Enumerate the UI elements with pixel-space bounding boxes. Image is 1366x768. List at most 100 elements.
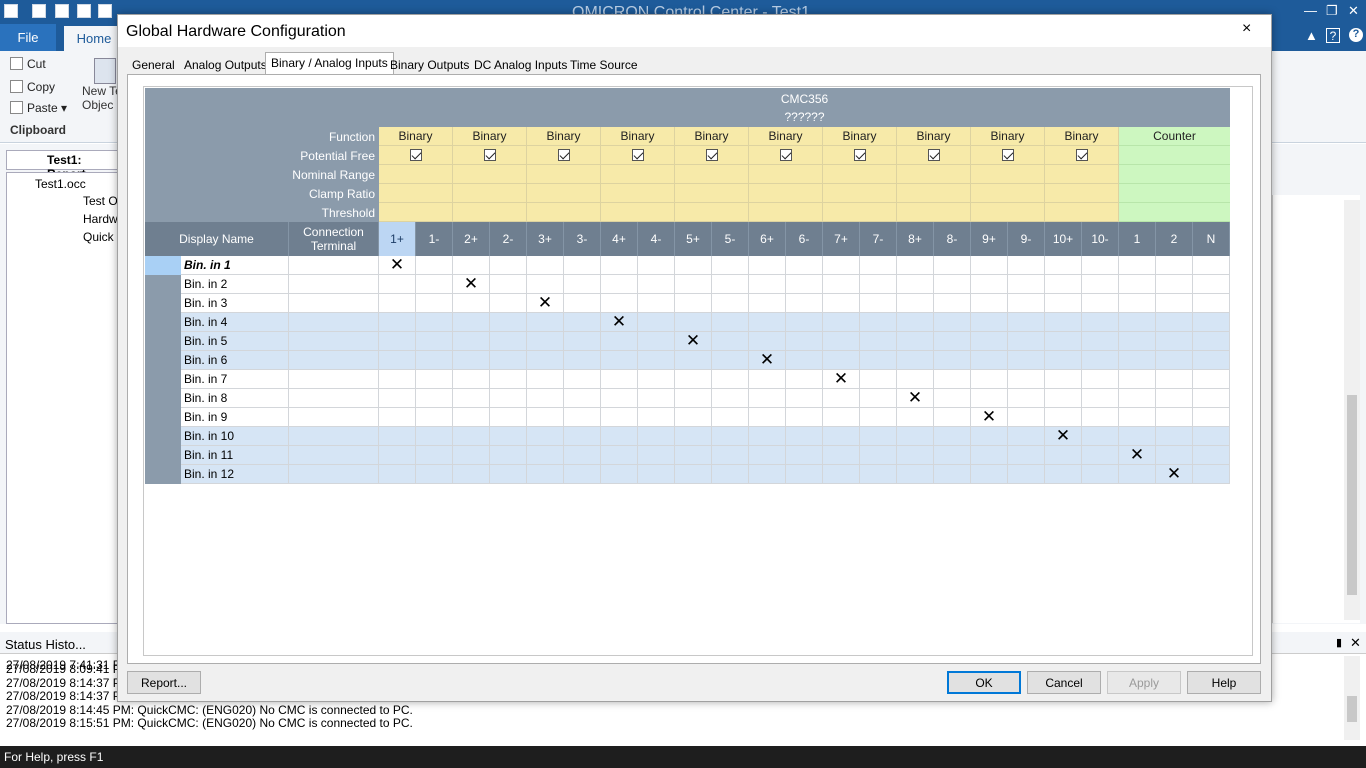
group-threshold[interactable] bbox=[897, 203, 971, 222]
terminal-header[interactable]: 3+ bbox=[527, 222, 564, 256]
group-nominal-range[interactable] bbox=[749, 165, 823, 184]
assignment-cell[interactable] bbox=[453, 408, 490, 427]
assignment-cell[interactable] bbox=[1193, 408, 1230, 427]
group-threshold[interactable] bbox=[453, 203, 527, 222]
assignment-cell[interactable] bbox=[823, 389, 860, 408]
assignment-cell[interactable] bbox=[860, 351, 897, 370]
assignment-cell[interactable] bbox=[490, 408, 527, 427]
assignment-cell[interactable] bbox=[934, 465, 971, 484]
assignment-cell[interactable] bbox=[1082, 408, 1119, 427]
assignment-cell[interactable] bbox=[712, 332, 749, 351]
assignment-cell[interactable]: ✕ bbox=[453, 275, 490, 294]
cancel-button[interactable]: Cancel bbox=[1027, 671, 1101, 694]
assignment-cell[interactable] bbox=[1082, 256, 1119, 275]
assignment-cell[interactable] bbox=[416, 465, 453, 484]
assignment-cell[interactable] bbox=[1045, 465, 1082, 484]
assignment-cell[interactable] bbox=[749, 332, 786, 351]
tab-general[interactable]: General bbox=[127, 56, 180, 74]
assignment-cell[interactable] bbox=[564, 408, 601, 427]
assignment-cell[interactable] bbox=[1156, 351, 1193, 370]
assignment-cell[interactable] bbox=[897, 256, 934, 275]
app-close-icon[interactable]: ✕ bbox=[1348, 3, 1359, 19]
counter-terminal-header[interactable]: N bbox=[1193, 222, 1230, 256]
assignment-cell[interactable] bbox=[638, 332, 675, 351]
assignment-cell[interactable] bbox=[712, 389, 749, 408]
assignment-cell[interactable] bbox=[1193, 332, 1230, 351]
tree-item[interactable]: Hardw bbox=[83, 212, 118, 226]
assignment-cell[interactable]: ✕ bbox=[675, 332, 712, 351]
input-display-name[interactable]: Bin. in 4 bbox=[181, 313, 289, 332]
group-nominal-range[interactable] bbox=[453, 165, 527, 184]
assignment-cell[interactable] bbox=[934, 294, 971, 313]
input-display-name[interactable]: Bin. in 1 bbox=[181, 256, 289, 275]
assignment-cell[interactable] bbox=[897, 370, 934, 389]
assignment-cell[interactable] bbox=[564, 446, 601, 465]
assignment-cell[interactable] bbox=[601, 332, 638, 351]
assignment-cell[interactable] bbox=[601, 294, 638, 313]
help-button[interactable]: Help bbox=[1187, 671, 1261, 694]
counter-potential-free[interactable] bbox=[1119, 146, 1230, 165]
assignment-cell[interactable] bbox=[823, 313, 860, 332]
assignment-cell[interactable] bbox=[971, 294, 1008, 313]
input-connection-terminal[interactable] bbox=[289, 389, 379, 408]
assignment-cell[interactable] bbox=[971, 465, 1008, 484]
row-selector[interactable] bbox=[145, 351, 181, 370]
assignment-cell[interactable] bbox=[1008, 370, 1045, 389]
assignment-cell[interactable] bbox=[1119, 256, 1156, 275]
assignment-cell[interactable] bbox=[1045, 256, 1082, 275]
group-clamp-ratio[interactable] bbox=[675, 184, 749, 203]
assignment-cell[interactable] bbox=[601, 446, 638, 465]
input-connection-terminal[interactable] bbox=[289, 427, 379, 446]
group-potential-free[interactable] bbox=[1045, 146, 1119, 165]
assignment-cell[interactable] bbox=[601, 256, 638, 275]
input-connection-terminal[interactable] bbox=[289, 408, 379, 427]
assignment-cell[interactable]: ✕ bbox=[1156, 465, 1193, 484]
row-selector[interactable] bbox=[145, 446, 181, 465]
assignment-cell[interactable] bbox=[897, 446, 934, 465]
assignment-cell[interactable] bbox=[712, 351, 749, 370]
terminal-header[interactable]: 3- bbox=[564, 222, 601, 256]
terminal-header[interactable]: 10+ bbox=[1045, 222, 1082, 256]
assignment-cell[interactable] bbox=[527, 351, 564, 370]
input-display-name[interactable]: Bin. in 12 bbox=[181, 465, 289, 484]
assignment-cell[interactable] bbox=[971, 313, 1008, 332]
assignment-cell[interactable] bbox=[675, 275, 712, 294]
assignment-cell[interactable] bbox=[1045, 332, 1082, 351]
assignment-cell[interactable] bbox=[1082, 332, 1119, 351]
assignment-cell[interactable] bbox=[860, 332, 897, 351]
assignment-cell[interactable] bbox=[971, 446, 1008, 465]
assignment-cell[interactable] bbox=[712, 446, 749, 465]
assignment-cell[interactable] bbox=[490, 275, 527, 294]
group-clamp-ratio[interactable] bbox=[971, 184, 1045, 203]
terminal-header[interactable]: 5+ bbox=[675, 222, 712, 256]
assignment-cell[interactable] bbox=[416, 370, 453, 389]
assignment-cell[interactable] bbox=[1082, 313, 1119, 332]
assignment-cell[interactable] bbox=[823, 427, 860, 446]
group-function[interactable]: Binary bbox=[453, 127, 527, 146]
input-display-name[interactable]: Bin. in 6 bbox=[181, 351, 289, 370]
assignment-cell[interactable] bbox=[860, 256, 897, 275]
assignment-cell[interactable] bbox=[453, 389, 490, 408]
input-connection-terminal[interactable] bbox=[289, 275, 379, 294]
assignment-cell[interactable] bbox=[749, 446, 786, 465]
info-icon[interactable]: ? bbox=[1349, 28, 1363, 42]
potential-free-checkbox[interactable] bbox=[1075, 149, 1088, 161]
assignment-cell[interactable] bbox=[860, 389, 897, 408]
assignment-cell[interactable] bbox=[971, 370, 1008, 389]
potential-free-checkbox[interactable] bbox=[927, 149, 940, 161]
pin-icon[interactable]: ▮ bbox=[1336, 636, 1342, 649]
input-display-name[interactable]: Bin. in 7 bbox=[181, 370, 289, 389]
assignment-cell[interactable] bbox=[416, 313, 453, 332]
assignment-cell[interactable] bbox=[379, 465, 416, 484]
assignment-cell[interactable] bbox=[453, 294, 490, 313]
assignment-cell[interactable] bbox=[638, 294, 675, 313]
assignment-cell[interactable] bbox=[860, 408, 897, 427]
assignment-cell[interactable] bbox=[379, 389, 416, 408]
assignment-cell[interactable] bbox=[934, 351, 971, 370]
assignment-cell[interactable] bbox=[490, 427, 527, 446]
group-function[interactable]: Binary bbox=[823, 127, 897, 146]
assignment-cell[interactable] bbox=[934, 408, 971, 427]
assignment-cell[interactable] bbox=[453, 313, 490, 332]
group-potential-free[interactable] bbox=[527, 146, 601, 165]
assignment-cell[interactable] bbox=[564, 427, 601, 446]
